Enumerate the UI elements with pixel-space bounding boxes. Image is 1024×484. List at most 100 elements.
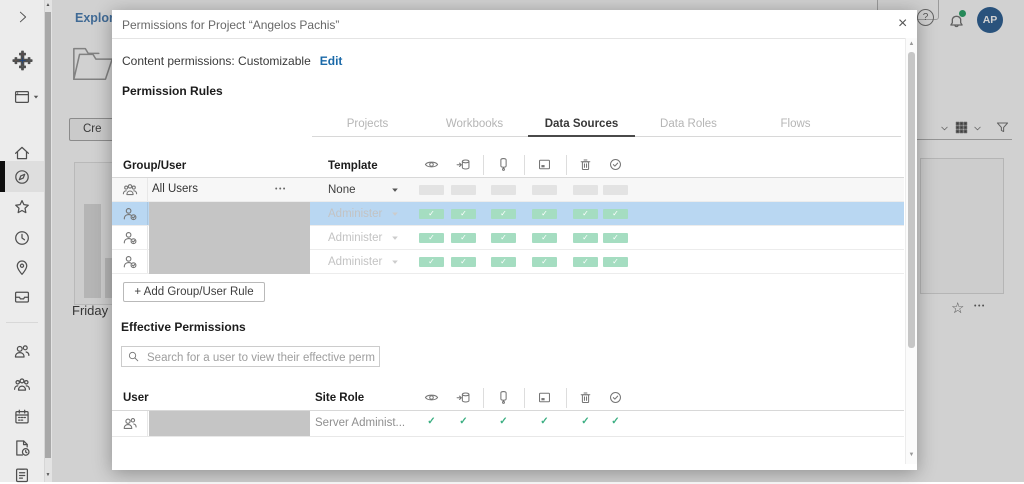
nav-favorites-icon[interactable] (13, 198, 31, 216)
capability-cell-allowed[interactable]: ✓ (451, 257, 476, 267)
tab-projects[interactable]: Projects (314, 115, 421, 137)
dialog-title: Permissions for Project “Angelos Pachis” (122, 18, 339, 32)
nav-site-status-icon[interactable] (13, 466, 31, 484)
capability-cell-allowed[interactable]: ✓ (603, 209, 628, 219)
site-role-value: Server Administ... (315, 417, 405, 429)
capability-cell-unset[interactable] (603, 185, 628, 195)
allowed-check-icon: ✓ (451, 416, 476, 427)
capability-cell-allowed[interactable]: ✓ (491, 233, 516, 243)
delete-capability-icon (578, 390, 593, 405)
set-permissions-capability-icon (608, 157, 623, 172)
capability-cell-allowed[interactable]: ✓ (491, 209, 516, 219)
save-capability-icon (496, 157, 511, 172)
nav-jobs-icon[interactable] (13, 439, 31, 457)
close-icon[interactable]: × (898, 15, 907, 33)
scroll-up-icon[interactable]: ▲ (906, 41, 917, 47)
capability-group-divider (483, 388, 484, 408)
effective-permissions-search-input[interactable] (145, 348, 377, 367)
permissions-dialog: Permissions for Project “Angelos Pachis”… (112, 10, 917, 470)
allowed-check-icon: ✓ (573, 416, 598, 427)
capability-cell-unset[interactable] (573, 185, 598, 195)
allowed-check-icon: ✓ (532, 416, 557, 427)
nav-groups-icon[interactable] (13, 343, 31, 361)
row-icon-cell (112, 411, 148, 436)
capability-cell-unset[interactable] (532, 185, 557, 195)
capability-group-divider (566, 155, 567, 175)
capability-cell-allowed[interactable]: ✓ (491, 257, 516, 267)
capability-cell-allowed[interactable]: ✓ (451, 233, 476, 243)
tableau-logo-icon[interactable] (12, 50, 33, 71)
content-switcher-caret-icon[interactable] (32, 93, 40, 101)
capability-cell-allowed[interactable]: ✓ (532, 257, 557, 267)
redacted-user-names (149, 202, 310, 274)
users-icon (122, 416, 138, 432)
nav-collections-icon[interactable] (13, 288, 31, 306)
view-capability-icon (424, 157, 439, 172)
set-permissions-capability-icon (608, 390, 623, 405)
group-user-header: Group/User (123, 160, 186, 172)
capability-cell-allowed[interactable]: ✓ (573, 209, 598, 219)
capability-cell-allowed[interactable]: ✓ (573, 257, 598, 267)
capability-group-divider (524, 388, 525, 408)
sidebar-expand-icon[interactable] (16, 10, 30, 24)
nav-shared-with-me-icon[interactable] (13, 259, 31, 277)
download-capability-icon (537, 390, 552, 405)
capability-cell-allowed[interactable]: ✓ (603, 257, 628, 267)
scroll-up-icon[interactable]: ▲ (44, 2, 52, 8)
nav-users-icon[interactable] (13, 376, 31, 394)
delete-capability-icon (578, 157, 593, 172)
capability-cell-unset[interactable] (419, 185, 444, 195)
capability-cell-allowed[interactable]: ✓ (532, 209, 557, 219)
edit-link[interactable]: Edit (320, 54, 343, 68)
active-nav-indicator (0, 161, 5, 192)
save-capability-icon (496, 390, 511, 405)
content-permissions-text: Content permissions: Customizable (122, 54, 311, 68)
user-header: User (123, 392, 149, 404)
template-header: Template (328, 160, 378, 172)
download-capability-icon (537, 157, 552, 172)
tab-workbooks[interactable]: Workbooks (421, 115, 528, 137)
dialog-scrollbar[interactable]: ▲ ▼ (905, 38, 917, 464)
nav-explore-icon[interactable] (13, 168, 31, 186)
capability-cell-allowed[interactable]: ✓ (419, 233, 444, 243)
capability-cell-unset[interactable] (451, 185, 476, 195)
capability-group-divider (566, 388, 567, 408)
tab-data-sources[interactable]: Data Sources (528, 115, 635, 137)
sidebar-divider (6, 322, 38, 323)
scroll-down-icon[interactable]: ▼ (906, 452, 917, 458)
capability-cell-allowed[interactable]: ✓ (419, 257, 444, 267)
capability-cell-allowed[interactable]: ✓ (573, 233, 598, 243)
capability-group-divider (524, 155, 525, 175)
nav-recents-icon[interactable] (13, 229, 31, 247)
title-divider (112, 38, 917, 39)
view-capability-icon (424, 390, 439, 405)
allowed-check-icon: ✓ (491, 416, 516, 427)
permission-rules-heading: Permission Rules (122, 84, 223, 98)
effective-permissions-heading: Effective Permissions (121, 320, 246, 334)
redacted-user-name (149, 411, 310, 436)
tab-data-roles[interactable]: Data Roles (635, 115, 742, 137)
capability-cell-allowed[interactable]: ✓ (419, 209, 444, 219)
connect-capability-icon (456, 157, 471, 172)
search-icon (127, 350, 140, 363)
permission-tabs: Projects Workbooks Data Sources Data Rol… (314, 115, 849, 137)
tab-flows[interactable]: Flows (742, 115, 849, 137)
capability-group-divider (483, 155, 484, 175)
content-switcher-icon[interactable] (13, 88, 31, 106)
sidebar-scrollbar-thumb[interactable] (45, 12, 51, 458)
capability-cells (112, 178, 904, 201)
nav-schedules-icon[interactable] (13, 408, 31, 426)
capability-cell-unset[interactable] (491, 185, 516, 195)
add-group-user-rule-button[interactable]: + Add Group/User Rule (123, 282, 265, 302)
capability-cell-allowed[interactable]: ✓ (532, 233, 557, 243)
left-navigation-sidebar: ▲ ▼ (0, 0, 52, 482)
capability-cell-allowed[interactable]: ✓ (451, 209, 476, 219)
allowed-check-icon: ✓ (419, 416, 444, 427)
site-role-header: Site Role (315, 392, 364, 404)
capability-cell-allowed[interactable]: ✓ (603, 233, 628, 243)
scroll-down-icon[interactable]: ▼ (44, 472, 52, 478)
nav-home-icon[interactable] (13, 144, 31, 162)
rule-row-all-users[interactable]: All Users ••• None (112, 178, 904, 202)
effective-permissions-search (121, 346, 380, 367)
dialog-scrollbar-thumb[interactable] (908, 52, 915, 348)
